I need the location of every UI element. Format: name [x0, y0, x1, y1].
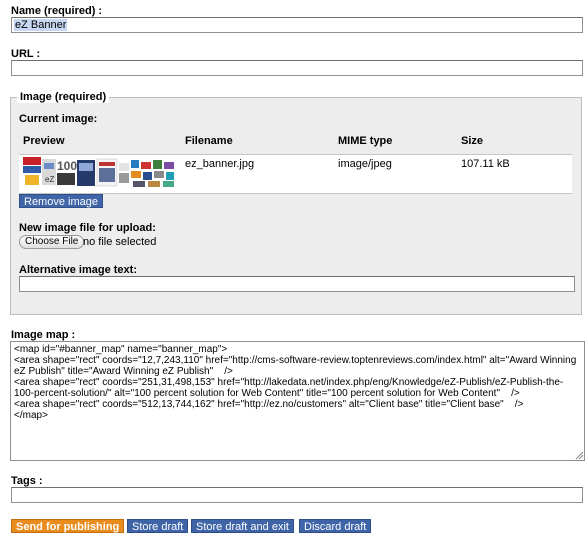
tags-input[interactable] [11, 487, 583, 503]
store-draft-button[interactable]: Store draft [127, 519, 189, 533]
resize-grip-icon[interactable] [575, 451, 584, 460]
alternative-image-text-label: Alternative image text: [19, 264, 137, 276]
new-image-file-label: New image file for upload: [19, 222, 156, 234]
tags-label: Tags : [11, 475, 43, 487]
current-image-label: Current image: [19, 113, 98, 125]
store-draft-and-exit-button[interactable]: Store draft and exit [191, 519, 294, 533]
remove-image-button[interactable]: Remove image [19, 194, 103, 208]
column-filename: Filename [185, 135, 233, 147]
image-table-header [19, 129, 572, 154]
alternative-image-text-input[interactable] [19, 276, 575, 292]
svg-text:100: 100 [57, 159, 77, 173]
image-filename: ez_banner.jpg [185, 158, 255, 170]
column-preview: Preview [23, 135, 65, 147]
svg-text:eZ: eZ [45, 175, 54, 184]
name-input[interactable]: eZ Banner [11, 17, 583, 33]
discard-draft-button[interactable]: Discard draft [299, 519, 372, 533]
url-label: URL : [11, 48, 41, 60]
image-preview-thumbnail: eZ 100 [23, 157, 175, 189]
image-map-textarea[interactable]: <map id="#banner_map" name="banner_map">… [10, 341, 585, 461]
choose-file-button[interactable]: Choose File [19, 235, 85, 249]
url-input[interactable] [11, 60, 583, 76]
send-for-publishing-button[interactable]: Send for publishing [11, 519, 125, 533]
image-map-label: Image map : [11, 329, 76, 341]
image-legend: Image (required) [17, 91, 110, 103]
column-mime-type: MIME type [338, 135, 393, 147]
image-mime-type: image/jpeg [338, 158, 392, 170]
no-file-selected-text: no file selected [83, 236, 157, 248]
column-size: Size [461, 135, 484, 147]
image-size: 107.11 kB [461, 158, 510, 170]
name-input-value: eZ Banner [14, 19, 68, 31]
name-label: Name (required) : [11, 5, 103, 17]
